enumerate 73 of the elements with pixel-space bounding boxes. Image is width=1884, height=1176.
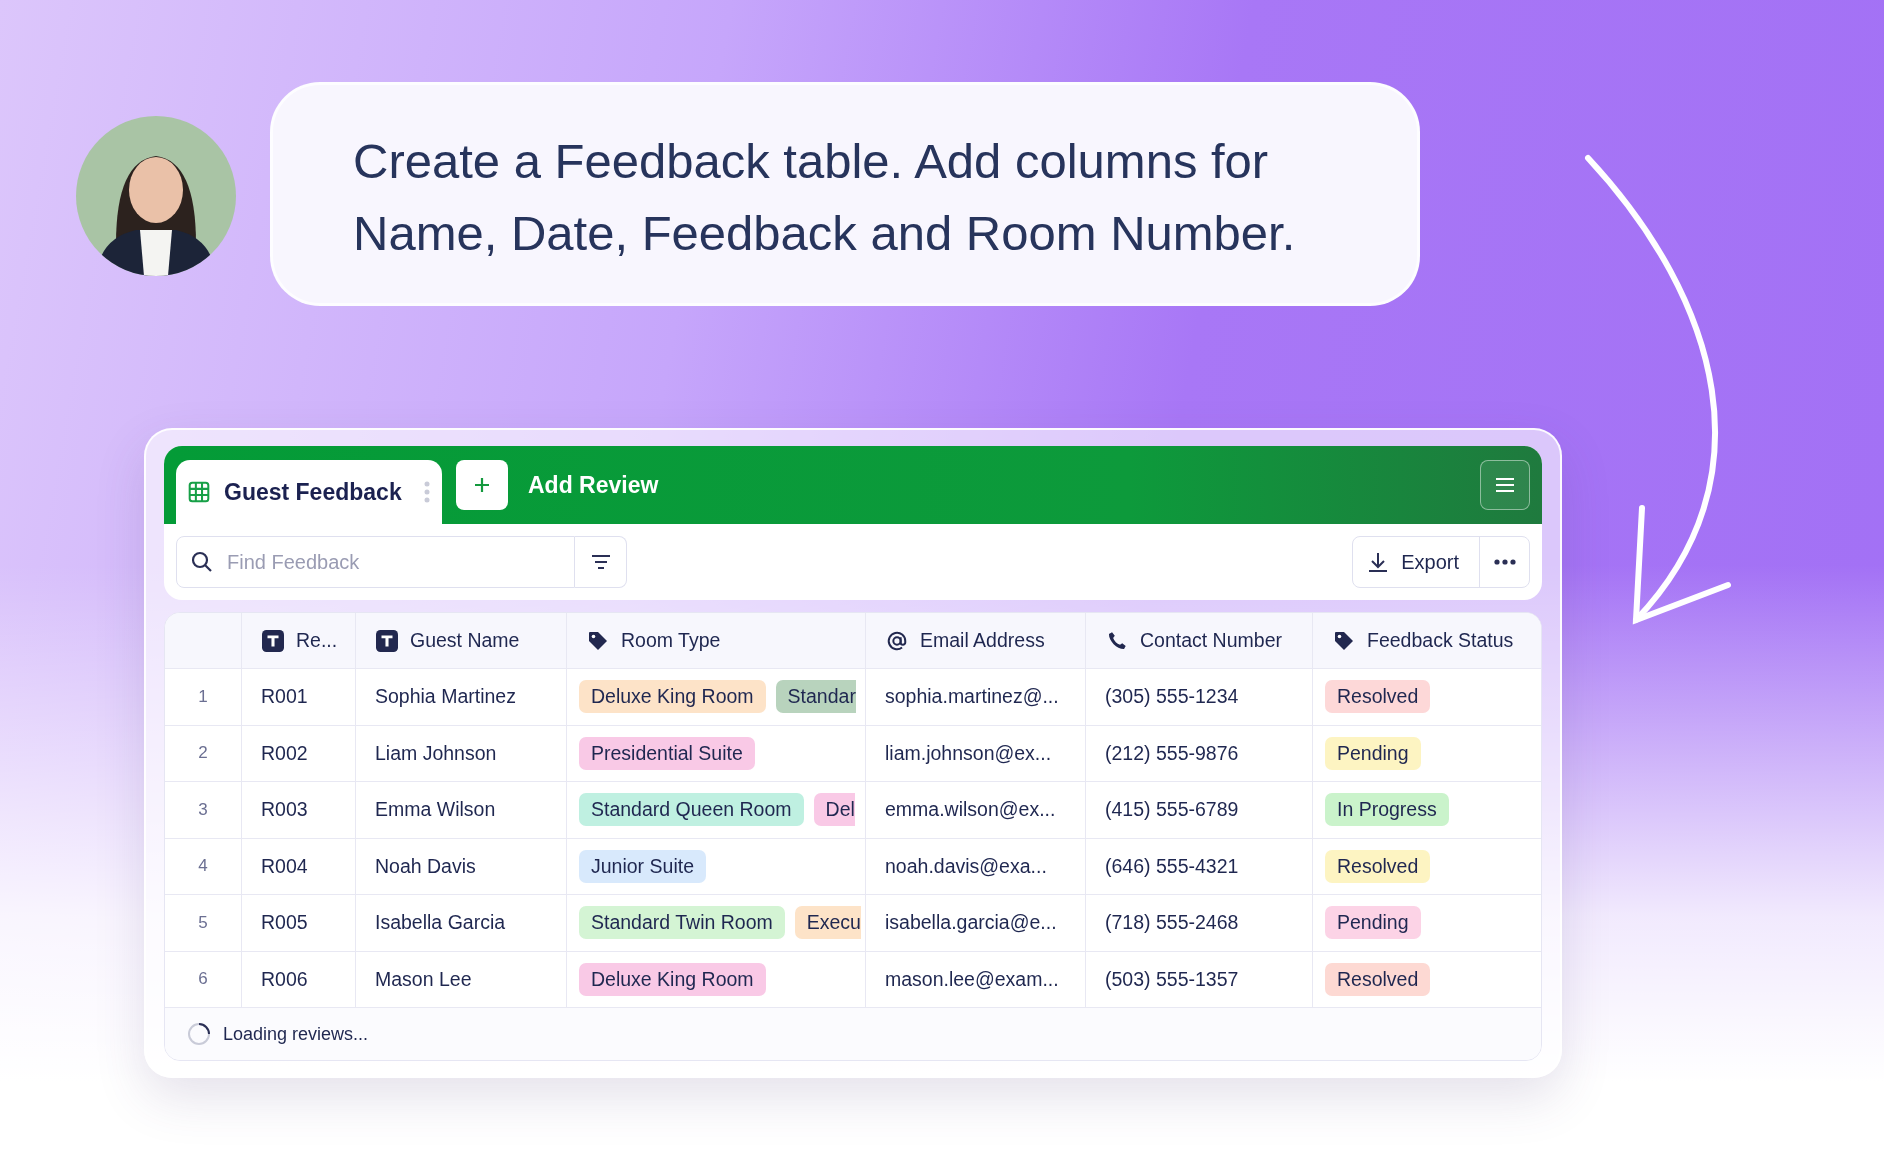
table-cell: mason.lee@exam... (866, 951, 1086, 1007)
table-cell: sophia.martinez@... (866, 669, 1086, 725)
menu-button[interactable] (1480, 460, 1530, 510)
room-type-tag: Standar (775, 680, 856, 714)
table-cell: (503) 555-1357 (1086, 951, 1313, 1007)
grid-icon (188, 481, 210, 503)
table-cell: (415) 555-6789 (1086, 782, 1313, 838)
room-type-tag: Standard Twin Room (579, 906, 785, 940)
room-type-tag: Deluxe King Room (579, 962, 766, 996)
status-tag: Pending (1325, 736, 1421, 770)
download-icon (1367, 551, 1390, 573)
room-type-tag: Execu (794, 906, 861, 940)
menu-icon (1494, 476, 1516, 494)
column-header[interactable]: Feedback Status (1313, 613, 1541, 668)
table-cell: Noah Davis (356, 838, 567, 894)
row-number: 5 (165, 895, 242, 951)
tab[interactable]: Guest Feedback (176, 460, 442, 524)
table-cell: R005 (242, 895, 356, 951)
status-tag: In Progress (1325, 793, 1449, 827)
search-field[interactable]: Find Feedback (176, 536, 575, 588)
column-header[interactable]: Re... (242, 613, 356, 668)
table-cell: isabella.garcia@e... (866, 895, 1086, 951)
room-type-tag: Junior Suite (579, 849, 706, 883)
loading-text: Loading reviews... (223, 1023, 369, 1045)
filter-button[interactable] (575, 536, 627, 588)
table-cell: (646) 555-4321 (1086, 838, 1313, 894)
table-cell: Isabella Garcia (356, 895, 567, 951)
table-cell: (305) 555-1234 (1086, 669, 1313, 725)
status-tag: Pending (1325, 906, 1421, 940)
column-header[interactable]: Contact Number (1086, 613, 1313, 668)
status-tag: Resolved (1325, 680, 1431, 714)
room-type-tag: Deluxe King Room (579, 680, 766, 714)
table-cell: Liam Johnson (356, 725, 567, 781)
plus-icon (473, 476, 491, 494)
table-cell: liam.johnson@ex... (866, 725, 1086, 781)
room-type-tag: Presidential Suite (579, 736, 755, 770)
search-icon (191, 551, 213, 573)
room-type-tag: Standard Queen Room (579, 793, 804, 827)
table-cell: R001 (242, 669, 356, 725)
tag-icon (1333, 629, 1355, 652)
column-header[interactable]: Room Type (567, 613, 866, 668)
table-cell: emma.wilson@ex... (866, 782, 1086, 838)
add-review-button[interactable]: Add Review (456, 460, 659, 510)
room-type-tag: Del (813, 793, 855, 827)
row-number: 4 (165, 838, 242, 894)
at-sign-icon (886, 629, 908, 652)
column-header[interactable]: Email Address (866, 613, 1086, 668)
table-cell: Emma Wilson (356, 782, 567, 838)
table-cell: (718) 555-2468 (1086, 895, 1313, 951)
more-icon (1493, 559, 1516, 565)
search-input[interactable]: Find Feedback (227, 550, 574, 574)
tag-icon (587, 629, 609, 652)
column-header[interactable]: Guest Name (356, 613, 567, 668)
table-cell: (212) 555-9876 (1086, 725, 1313, 781)
prompt-message: Create a Feedback table. Add columns for Name, Date, Feedback and Room Number. (270, 82, 1420, 306)
table-cell: R003 (242, 782, 356, 838)
table-cell: R006 (242, 951, 356, 1007)
filter-icon (589, 554, 612, 570)
row-number: 3 (165, 782, 242, 838)
status-tag: Resolved (1325, 962, 1431, 996)
table-cell: R002 (242, 725, 356, 781)
status-tag: Resolved (1325, 849, 1431, 883)
table-cell: Sophia Martinez (356, 669, 567, 725)
drag-handle-icon[interactable] (424, 480, 430, 504)
table-cell: noah.davis@exa... (866, 838, 1086, 894)
table-cell: R004 (242, 838, 356, 894)
table-cell: Mason Lee (356, 951, 567, 1007)
text-type-icon (376, 629, 398, 652)
row-number: 2 (165, 725, 242, 781)
row-number: 1 (165, 669, 242, 725)
loading-spinner-icon (187, 1022, 211, 1046)
text-type-icon (262, 629, 284, 652)
row-number: 6 (165, 951, 242, 1007)
